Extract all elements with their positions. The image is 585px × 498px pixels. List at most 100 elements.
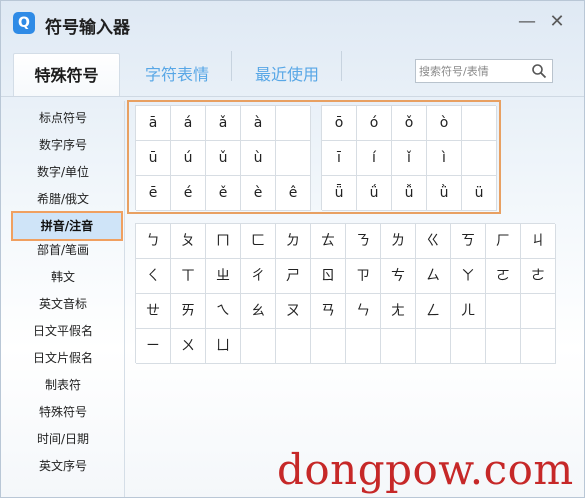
pinyin-symbol-cell[interactable]: ê bbox=[276, 176, 311, 211]
pinyin-symbol-cell[interactable]: ò bbox=[427, 106, 462, 141]
zhuyin-symbol-cell[interactable]: ㄏ bbox=[486, 224, 521, 259]
zhuyin-symbol-grid: ㄅㄆㄇㄈㄉㄊㄋㄌㄍㄎㄏㄐㄑㄒㄓㄔㄕㄖㄗㄘㄙㄚㄛㄜㄝㄞㄟㄠㄡㄢㄣㄤㄥㄦㄧㄨㄩ bbox=[135, 223, 556, 364]
zhuyin-symbol-cell[interactable]: ㄌ bbox=[381, 224, 416, 259]
zhuyin-symbol-cell[interactable]: ㄟ bbox=[206, 294, 241, 329]
minimize-button[interactable]: — bbox=[513, 9, 541, 35]
sidebar-item-greek-russian[interactable]: 希腊/俄文 bbox=[1, 186, 125, 213]
sidebar-item-box-drawing[interactable]: 制表符 bbox=[1, 372, 125, 399]
zhuyin-symbol-empty-cell bbox=[486, 329, 521, 364]
zhuyin-symbol-cell[interactable]: ㄓ bbox=[206, 259, 241, 294]
zhuyin-symbol-empty-cell bbox=[486, 294, 521, 329]
zhuyin-symbol-cell[interactable]: ㄚ bbox=[451, 259, 486, 294]
pinyin-symbol-cell[interactable]: é bbox=[171, 176, 206, 211]
tab-special-symbols[interactable]: 特殊符号 bbox=[13, 53, 120, 97]
pinyin-symbol-empty-cell bbox=[276, 141, 311, 176]
pinyin-symbol-cell[interactable]: í bbox=[357, 141, 392, 176]
zhuyin-symbol-cell[interactable]: ㄠ bbox=[241, 294, 276, 329]
pinyin-symbol-cell[interactable]: ē bbox=[136, 176, 171, 211]
zhuyin-symbol-cell[interactable]: ㄦ bbox=[451, 294, 486, 329]
sidebar-item-korean[interactable]: 韩文 bbox=[1, 264, 125, 291]
zhuyin-symbol-cell[interactable]: ㄢ bbox=[311, 294, 346, 329]
pinyin-symbol-cell[interactable]: ō bbox=[322, 106, 357, 141]
zhuyin-symbol-cell[interactable]: ㄩ bbox=[206, 329, 241, 364]
zhuyin-symbol-cell[interactable]: ㄎ bbox=[451, 224, 486, 259]
zhuyin-symbol-empty-cell bbox=[451, 329, 486, 364]
pinyin-symbol-cell[interactable]: ü bbox=[462, 176, 497, 211]
pinyin-symbol-cell[interactable]: ǜ bbox=[427, 176, 462, 211]
pinyin-symbol-cell[interactable]: ǒ bbox=[392, 106, 427, 141]
pinyin-symbol-cell[interactable]: ā bbox=[136, 106, 171, 141]
sidebar-item-hiragana[interactable]: 日文平假名 bbox=[1, 318, 125, 345]
zhuyin-symbol-cell[interactable]: ㄣ bbox=[346, 294, 381, 329]
pinyin-symbol-cell[interactable]: ě bbox=[206, 176, 241, 211]
pinyin-symbol-cell[interactable]: è bbox=[241, 176, 276, 211]
sidebar-item-time-date[interactable]: 时间/日期 bbox=[1, 426, 125, 453]
sidebar-item-english-ordinal[interactable]: 英文序号 bbox=[1, 453, 125, 480]
sidebar-item-katakana[interactable]: 日文片假名 bbox=[1, 345, 125, 372]
pinyin-symbol-cell[interactable]: ū bbox=[136, 141, 171, 176]
zhuyin-symbol-empty-cell bbox=[311, 329, 346, 364]
pinyin-symbol-cell[interactable]: ì bbox=[427, 141, 462, 176]
pinyin-symbol-cell[interactable]: ǚ bbox=[392, 176, 427, 211]
search-icon[interactable] bbox=[531, 63, 547, 79]
pinyin-symbol-cell[interactable]: à bbox=[241, 106, 276, 141]
zhuyin-symbol-cell[interactable]: ㄔ bbox=[241, 259, 276, 294]
pinyin-symbol-empty-cell bbox=[462, 106, 497, 141]
sidebar-item-special-symbols[interactable]: 特殊符号 bbox=[1, 399, 125, 426]
zhuyin-symbol-empty-cell bbox=[346, 329, 381, 364]
pinyin-symbol-cell[interactable]: ó bbox=[357, 106, 392, 141]
sidebar-item-number-sequence[interactable]: 数字序号 bbox=[1, 132, 125, 159]
pinyin-symbol-cell[interactable]: ǘ bbox=[357, 176, 392, 211]
zhuyin-symbol-empty-cell bbox=[416, 329, 451, 364]
zhuyin-symbol-cell[interactable]: ㄕ bbox=[276, 259, 311, 294]
watermark-text: dongpow.com bbox=[277, 445, 574, 494]
tab-char-emoticons[interactable]: 字符表情 bbox=[125, 53, 229, 97]
tab-recent[interactable]: 最近使用 bbox=[235, 53, 339, 97]
zhuyin-symbol-empty-cell bbox=[241, 329, 276, 364]
zhuyin-symbol-cell[interactable]: ㄜ bbox=[521, 259, 556, 294]
pinyin-symbol-empty-cell bbox=[462, 141, 497, 176]
zhuyin-symbol-cell[interactable]: ㄋ bbox=[346, 224, 381, 259]
zhuyin-symbol-cell[interactable]: ㄨ bbox=[171, 329, 206, 364]
zhuyin-symbol-cell[interactable]: ㄅ bbox=[136, 224, 171, 259]
pinyin-symbol-cell[interactable]: ú bbox=[171, 141, 206, 176]
pinyin-symbol-cell[interactable]: á bbox=[171, 106, 206, 141]
zhuyin-symbol-cell[interactable]: ㄖ bbox=[311, 259, 346, 294]
zhuyin-symbol-cell[interactable]: ㄤ bbox=[381, 294, 416, 329]
zhuyin-symbol-cell[interactable]: ㄇ bbox=[206, 224, 241, 259]
pinyin-symbol-cell[interactable]: ǎ bbox=[206, 106, 241, 141]
zhuyin-symbol-cell[interactable]: ㄙ bbox=[416, 259, 451, 294]
zhuyin-symbol-cell[interactable]: ㄞ bbox=[171, 294, 206, 329]
pinyin-symbol-cell[interactable]: ù bbox=[241, 141, 276, 176]
zhuyin-symbol-cell[interactable]: ㄥ bbox=[416, 294, 451, 329]
zhuyin-symbol-cell[interactable]: ㄗ bbox=[346, 259, 381, 294]
zhuyin-symbol-cell[interactable]: ㄍ bbox=[416, 224, 451, 259]
sidebar-item-number-unit[interactable]: 数字/单位 bbox=[1, 159, 125, 186]
zhuyin-symbol-cell[interactable]: ㄡ bbox=[276, 294, 311, 329]
pinyin-symbol-cell[interactable]: ǖ bbox=[322, 176, 357, 211]
zhuyin-symbol-cell[interactable]: ㄊ bbox=[311, 224, 346, 259]
pinyin-symbol-empty-cell bbox=[276, 106, 311, 141]
zhuyin-symbol-cell[interactable]: ㄒ bbox=[171, 259, 206, 294]
tab-divider bbox=[341, 51, 342, 81]
pinyin-symbol-cell[interactable]: ī bbox=[322, 141, 357, 176]
zhuyin-symbol-empty-cell bbox=[381, 329, 416, 364]
sidebar-item-radicals-strokes[interactable]: 部首/笔画 bbox=[1, 237, 125, 264]
zhuyin-symbol-cell[interactable]: ㄑ bbox=[136, 259, 171, 294]
sidebar-item-punctuation[interactable]: 标点符号 bbox=[1, 105, 125, 132]
search-input[interactable] bbox=[419, 62, 527, 80]
pinyin-symbol-cell[interactable]: ǔ bbox=[206, 141, 241, 176]
zhuyin-symbol-cell[interactable]: ㄆ bbox=[171, 224, 206, 259]
zhuyin-symbol-cell[interactable]: ㄉ bbox=[276, 224, 311, 259]
close-button[interactable]: ✕ bbox=[543, 9, 571, 35]
zhuyin-symbol-cell[interactable]: ㄘ bbox=[381, 259, 416, 294]
zhuyin-symbol-empty-cell bbox=[276, 329, 311, 364]
zhuyin-symbol-cell[interactable]: ㄛ bbox=[486, 259, 521, 294]
sidebar-item-english-phonetic[interactable]: 英文音标 bbox=[1, 291, 125, 318]
zhuyin-symbol-cell[interactable]: ㄝ bbox=[136, 294, 171, 329]
zhuyin-symbol-cell[interactable]: ㄈ bbox=[241, 224, 276, 259]
zhuyin-symbol-cell[interactable]: ㄧ bbox=[136, 329, 171, 364]
pinyin-symbol-cell[interactable]: ǐ bbox=[392, 141, 427, 176]
zhuyin-symbol-empty-cell bbox=[521, 294, 556, 329]
zhuyin-symbol-cell[interactable]: ㄐ bbox=[521, 224, 556, 259]
